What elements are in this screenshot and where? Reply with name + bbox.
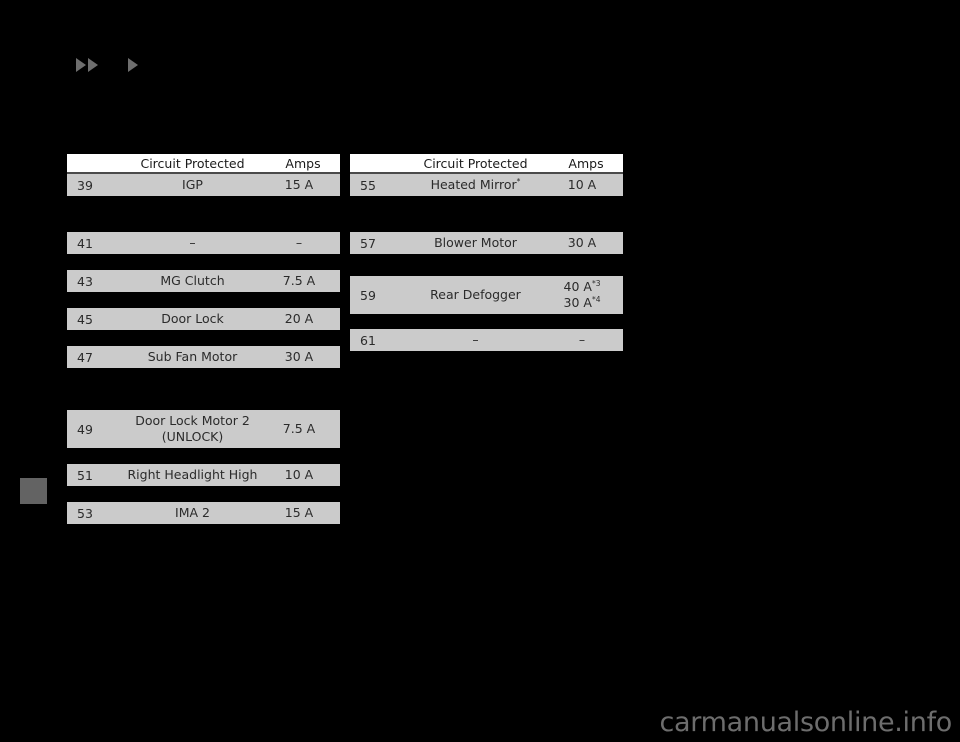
fuse-amps: 30 A [567,235,597,250]
site-watermark: carmanualsonline.info [659,707,953,738]
row-gap [350,254,623,276]
table-row: 53 IMA 2 15 A [67,502,340,524]
fuse-number: 39 [77,177,93,193]
fuse-circuit: Door Lock Motor 2 (UNLOCK) [119,413,266,445]
chapter-tab[interactable] [20,478,47,504]
row-gap [350,196,623,232]
row-gap [350,314,623,329]
table-row: 41 – – [67,232,340,254]
column-header-amps: Amps [568,155,604,171]
table-row: 55 Heated Mirror* 10 A [350,174,623,196]
fuse-circuit-text: Heated Mirror [430,177,517,192]
table-header-row: Circuit Protected Amps [67,154,340,174]
fuse-circuit: Sub Fan Motor [147,349,238,364]
row-gap [67,330,340,346]
fuse-amps-line2: 30 A*4 [549,295,615,311]
row-gap [67,292,340,308]
fuse-amps: 15 A [284,505,314,520]
row-gap [67,448,340,464]
row-gap [67,196,340,232]
fuse-amps: – [295,235,303,250]
arrow-right-icon[interactable] [76,58,86,72]
fuse-circuit: IMA 2 [175,505,210,520]
fuse-number: 55 [360,177,376,193]
table-row: 39 IGP 15 A [67,174,340,196]
fuse-circuit: Door Lock [161,311,224,326]
fuse-amps-line1: 40 A*3 [564,279,601,294]
fuse-amps: – [578,332,586,347]
fuse-table-right: Circuit Protected Amps 55 Heated Mirror*… [350,154,623,351]
fuse-amps: 7.5 A [282,421,316,436]
fuse-amps: 15 A [284,177,314,192]
fuse-amps-value-1: 40 A [563,279,592,294]
fuse-circuit: Blower Motor [434,235,517,250]
table-row: 57 Blower Motor 30 A [350,232,623,254]
table-row: 43 MG Clutch 7.5 A [67,270,340,292]
column-header-amps: Amps [285,155,321,171]
footnote-marker: *4 [591,294,601,304]
arrow-right-icon[interactable] [128,58,138,72]
footnote-marker: * [516,176,521,186]
fuse-number: 41 [77,235,93,251]
fuse-circuit-line2: (UNLOCK) [161,429,224,444]
fuse-circuit: Heated Mirror* [402,177,549,193]
column-header-circuit: Circuit Protected [140,155,245,171]
fuse-circuit-line1: Door Lock Motor 2 [135,413,250,428]
table-row: 47 Sub Fan Motor 30 A [67,346,340,368]
fuse-circuit: IGP [182,177,203,192]
fuse-number: 49 [77,421,93,437]
fuse-amps-value-2: 30 A [563,295,592,310]
table-row: 51 Right Headlight High 10 A [67,464,340,486]
row-gap [67,368,340,410]
page-nav-arrows [76,53,138,77]
row-gap [67,254,340,270]
arrow-right-icon[interactable] [88,58,98,72]
fuse-circuit: Rear Defogger [430,287,521,302]
table-row: 59 Rear Defogger 40 A*3 30 A*4 [350,276,623,314]
fuse-number: 45 [77,311,93,327]
fuse-amps: 40 A*3 30 A*4 [549,279,623,311]
fuse-number: 59 [360,287,376,303]
fuse-amps: 10 A [567,177,597,192]
fuse-circuit: Right Headlight High [127,467,258,482]
fuse-circuit: MG Clutch [160,273,225,288]
fuse-number: 53 [77,505,93,521]
fuse-number: 47 [77,349,93,365]
fuse-circuit: – [472,332,479,347]
table-row: 49 Door Lock Motor 2 (UNLOCK) 7.5 A [67,410,340,448]
table-row: 45 Door Lock 20 A [67,308,340,330]
table-header-row: Circuit Protected Amps [350,154,623,174]
fuse-table-left: Circuit Protected Amps 39 IGP 15 A 41 – … [67,154,340,524]
row-gap [67,486,340,502]
column-header-circuit: Circuit Protected [423,155,528,171]
footnote-marker: *3 [591,278,601,288]
fuse-number: 51 [77,467,93,483]
manual-page: Circuit Protected Amps 39 IGP 15 A 41 – … [0,0,960,742]
fuse-number: 61 [360,332,376,348]
fuse-number: 43 [77,273,93,289]
fuse-circuit: – [189,235,196,250]
fuse-amps: 30 A [284,349,314,364]
fuse-amps: 20 A [284,311,314,326]
fuse-amps: 7.5 A [282,273,316,288]
table-row: 61 – – [350,329,623,351]
fuse-amps: 10 A [284,467,314,482]
fuse-number: 57 [360,235,376,251]
